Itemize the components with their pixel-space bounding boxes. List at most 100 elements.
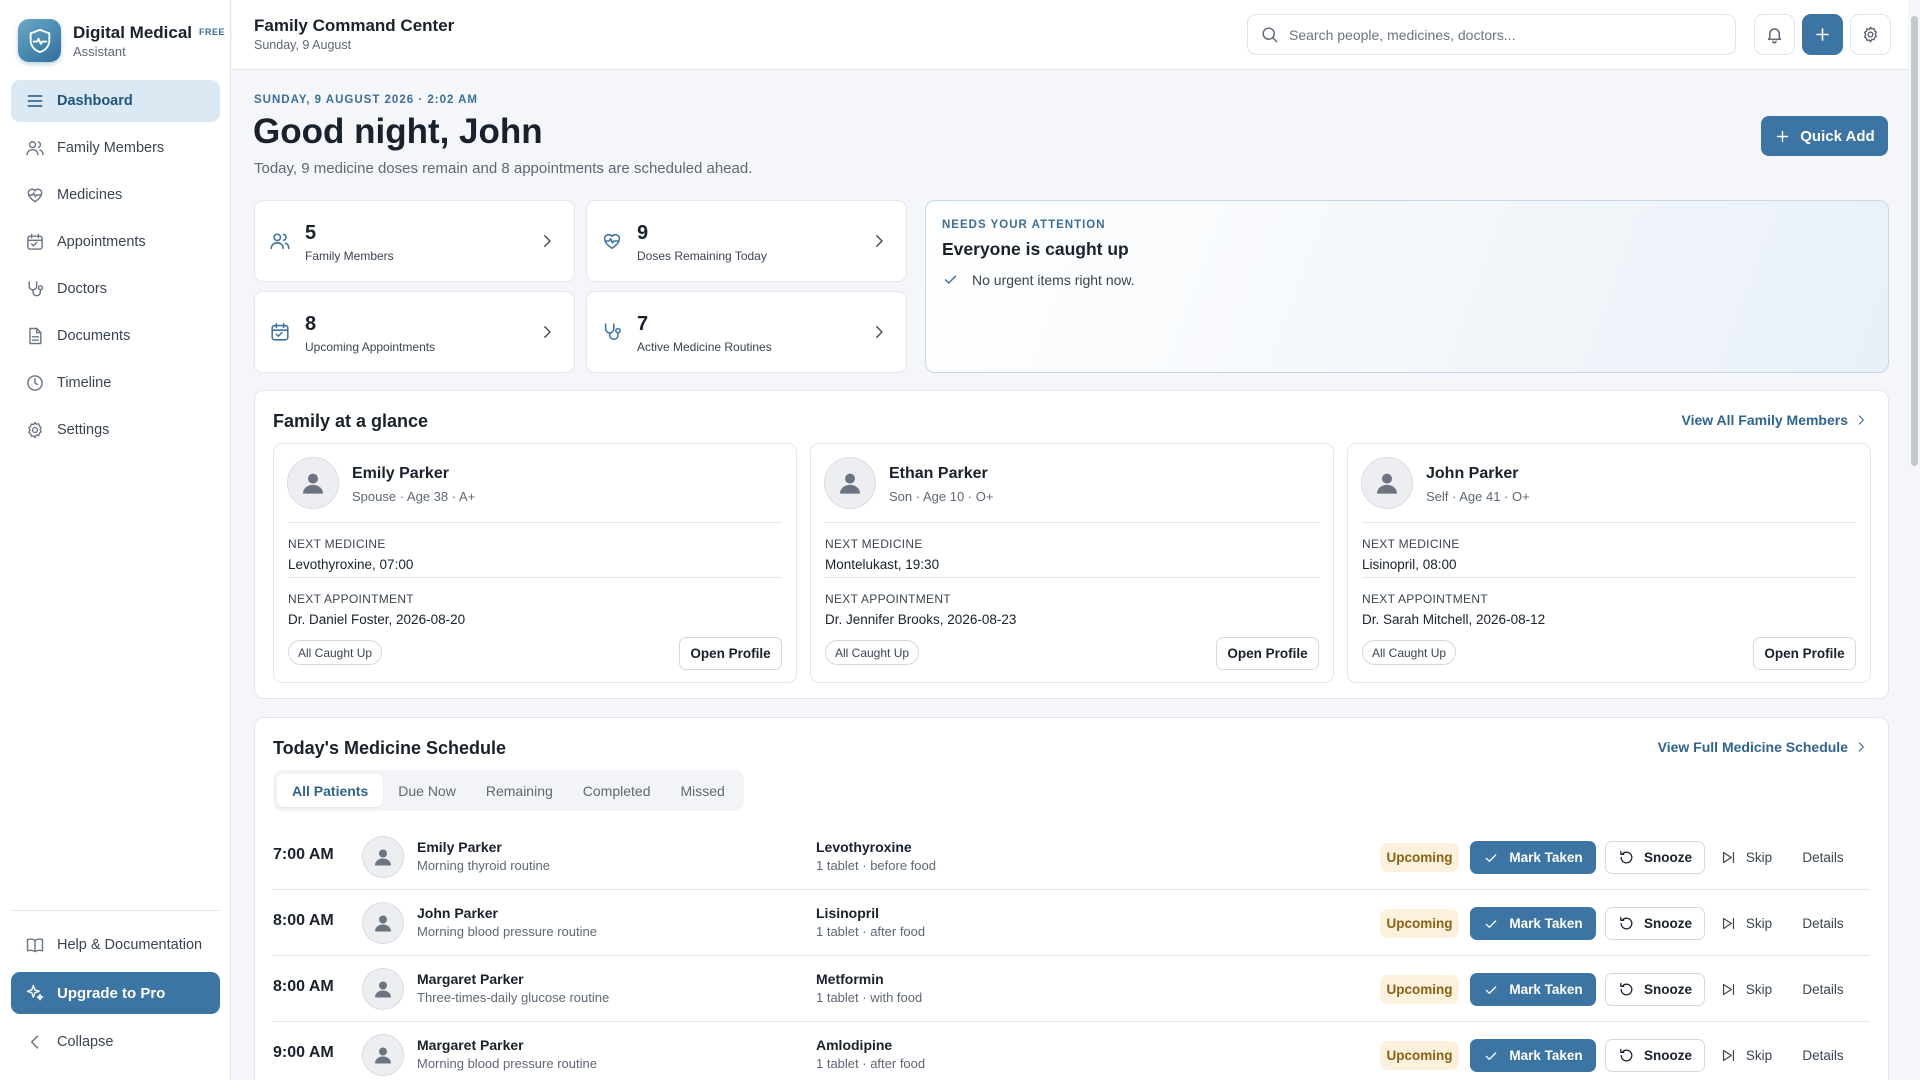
collapse-sidebar-button[interactable]: Collapse bbox=[11, 1022, 220, 1062]
mark-taken-button[interactable]: Mark Taken bbox=[1470, 841, 1596, 874]
stat-card-active-routines[interactable]: 7 Active Medicine Routines bbox=[586, 291, 907, 373]
plan-badge: FREE bbox=[199, 26, 226, 37]
sidebar-item-family-members[interactable]: Family Members bbox=[11, 127, 220, 169]
heart-pulse-icon bbox=[601, 230, 623, 252]
stat-card-upcoming-appointments[interactable]: 8 Upcoming Appointments bbox=[254, 291, 575, 373]
next-medicine-value: Lisinopril, 08:00 bbox=[1362, 557, 1457, 572]
snooze-button[interactable]: Snooze bbox=[1605, 907, 1705, 940]
sidebar-item-timeline[interactable]: Timeline bbox=[11, 362, 220, 404]
member-name: Ethan Parker bbox=[889, 465, 988, 482]
sidebar: Digital Medical FREE Assistant Dashboard… bbox=[0, 0, 231, 1080]
view-all-family-link[interactable]: View All Family Members bbox=[1681, 412, 1868, 428]
sidebar-item-doctors[interactable]: Doctors bbox=[11, 268, 220, 310]
page-scrollbar[interactable] bbox=[1908, 0, 1920, 1080]
stethoscope-icon bbox=[25, 279, 45, 299]
sidebar-item-label: Documents bbox=[57, 328, 131, 344]
open-profile-button[interactable]: Open Profile bbox=[1216, 637, 1319, 670]
skip-icon bbox=[1720, 915, 1737, 932]
medicine-name: Lisinopril bbox=[816, 905, 879, 921]
snooze-button[interactable]: Snooze bbox=[1605, 973, 1705, 1006]
view-full-schedule-link[interactable]: View Full Medicine Schedule bbox=[1658, 739, 1868, 755]
sidebar-item-label: Settings bbox=[57, 422, 110, 438]
brand[interactable]: Digital Medical FREE Assistant bbox=[18, 19, 225, 62]
next-appointment-value: Dr. Sarah Mitchell, 2026-08-12 bbox=[1362, 612, 1546, 627]
help-documentation-link[interactable]: Help & Documentation bbox=[11, 924, 220, 966]
mark-taken-button[interactable]: Mark Taken bbox=[1470, 907, 1596, 940]
tab-all-patients[interactable]: All Patients bbox=[277, 774, 384, 807]
tab-due-now[interactable]: Due Now bbox=[383, 774, 471, 807]
users-icon bbox=[25, 138, 45, 158]
open-profile-button[interactable]: Open Profile bbox=[1753, 637, 1856, 670]
details-button[interactable]: Details bbox=[1788, 973, 1858, 1006]
attention-message: No urgent items right now. bbox=[972, 271, 1135, 288]
dose-time: 7:00 AM bbox=[273, 846, 334, 863]
next-medicine-label: NEXT MEDICINE bbox=[288, 537, 386, 551]
snooze-button[interactable]: Snooze bbox=[1605, 1039, 1705, 1072]
skip-button[interactable]: Skip bbox=[1716, 907, 1776, 940]
skip-button[interactable]: Skip bbox=[1716, 841, 1776, 874]
search-icon bbox=[1260, 25, 1279, 44]
calendar-icon bbox=[25, 232, 45, 252]
snooze-icon bbox=[1618, 1047, 1635, 1064]
chevron-right-icon bbox=[538, 232, 556, 250]
search-box[interactable] bbox=[1247, 14, 1736, 55]
divider bbox=[1362, 522, 1856, 523]
status-badge: All Caught Up bbox=[288, 640, 383, 665]
sidebar-item-settings[interactable]: Settings bbox=[11, 409, 220, 451]
stat-label: Active Medicine Routines bbox=[637, 340, 772, 354]
stat-value: 9 bbox=[637, 222, 649, 244]
medicine-name: Amlodipine bbox=[816, 1037, 893, 1053]
details-button[interactable]: Details bbox=[1788, 1039, 1858, 1072]
mark-taken-button[interactable]: Mark Taken bbox=[1470, 1039, 1596, 1072]
skip-label: Skip bbox=[1745, 850, 1773, 865]
tab-remaining[interactable]: Remaining bbox=[471, 774, 568, 807]
greeting-datetime: SUNDAY, 9 AUGUST 2026 · 2:02 AM bbox=[254, 94, 479, 106]
snooze-label: Snooze bbox=[1643, 1048, 1692, 1063]
notifications-button[interactable] bbox=[1754, 14, 1795, 55]
sidebar-item-medicines[interactable]: Medicines bbox=[11, 174, 220, 216]
divider bbox=[288, 577, 782, 578]
person-icon bbox=[371, 1043, 395, 1067]
scrollbar-thumb[interactable] bbox=[1911, 16, 1918, 466]
details-button[interactable]: Details bbox=[1788, 907, 1858, 940]
snooze-button[interactable]: Snooze bbox=[1605, 841, 1705, 874]
details-button[interactable]: Details bbox=[1788, 841, 1858, 874]
skip-button[interactable]: Skip bbox=[1716, 1039, 1776, 1072]
open-profile-button[interactable]: Open Profile bbox=[679, 637, 782, 670]
next-appointment-label: NEXT APPOINTMENT bbox=[1362, 592, 1488, 606]
tab-missed[interactable]: Missed bbox=[665, 774, 739, 807]
greeting-summary: Today, 9 medicine doses remain and 8 app… bbox=[254, 160, 753, 177]
snooze-icon bbox=[1618, 915, 1635, 932]
quick-add-button[interactable]: Quick Add bbox=[1761, 116, 1888, 156]
sidebar-item-dashboard[interactable]: Dashboard bbox=[11, 80, 220, 122]
stat-value: 8 bbox=[305, 313, 317, 335]
medicine-name: Metformin bbox=[816, 971, 884, 987]
mark-taken-label: Mark Taken bbox=[1509, 1048, 1583, 1063]
tab-completed[interactable]: Completed bbox=[568, 774, 666, 807]
sidebar-item-documents[interactable]: Documents bbox=[11, 315, 220, 357]
skip-label: Skip bbox=[1745, 916, 1773, 931]
stethoscope-icon bbox=[601, 321, 623, 343]
stat-label: Upcoming Appointments bbox=[305, 340, 436, 354]
attention-title: Everyone is caught up bbox=[942, 239, 1129, 259]
stat-card-doses-remaining[interactable]: 9 Doses Remaining Today bbox=[586, 200, 907, 282]
settings-button[interactable] bbox=[1850, 14, 1891, 55]
upgrade-to-pro-button[interactable]: Upgrade to Pro bbox=[11, 972, 220, 1014]
person-icon bbox=[1372, 468, 1402, 498]
stat-value: 5 bbox=[305, 222, 317, 244]
stat-card-family-members[interactable]: 5 Family Members bbox=[254, 200, 575, 282]
dose-time: 8:00 AM bbox=[273, 978, 334, 995]
patient-name: Emily Parker bbox=[417, 839, 502, 855]
skip-button[interactable]: Skip bbox=[1716, 973, 1776, 1006]
sidebar-item-appointments[interactable]: Appointments bbox=[11, 221, 220, 263]
add-button[interactable] bbox=[1802, 14, 1843, 55]
search-input[interactable] bbox=[1289, 26, 1709, 43]
next-medicine-label: NEXT MEDICINE bbox=[1362, 537, 1460, 551]
mark-taken-button[interactable]: Mark Taken bbox=[1470, 973, 1596, 1006]
sparkle-icon bbox=[25, 983, 45, 1003]
routine-name: Three-times-daily glucose routine bbox=[417, 990, 610, 1005]
brand-title: Digital Medical bbox=[73, 22, 193, 42]
divider bbox=[825, 577, 1319, 578]
avatar bbox=[362, 968, 404, 1010]
status-badge: Upcoming bbox=[1380, 975, 1459, 1004]
